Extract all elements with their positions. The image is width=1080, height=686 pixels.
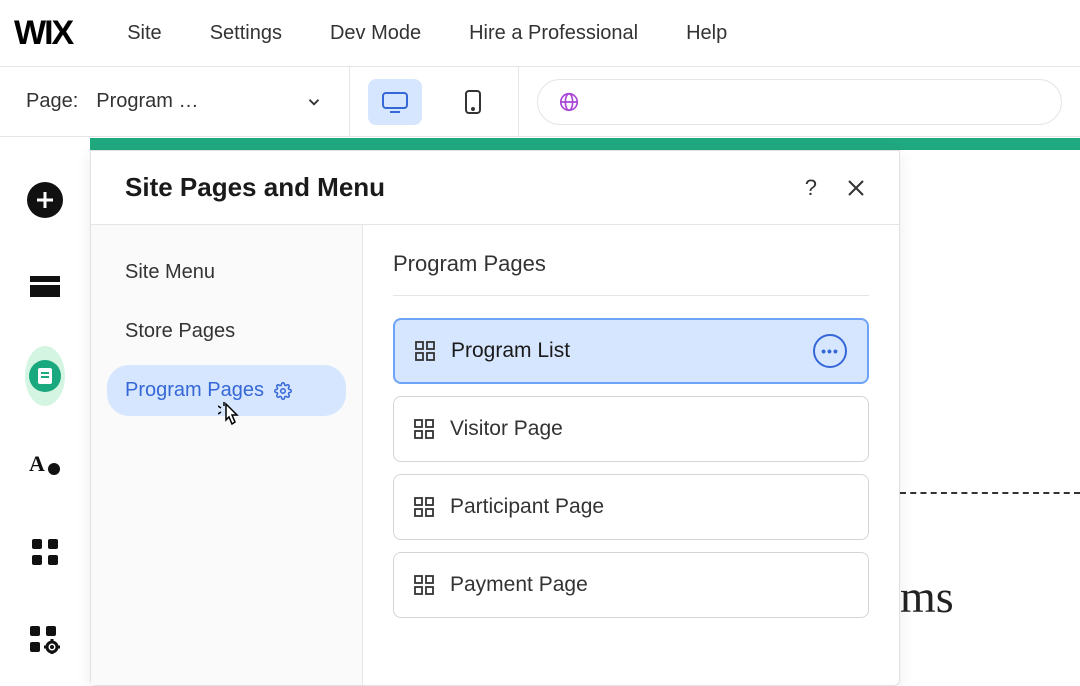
topnav-settings[interactable]: Settings <box>210 22 282 45</box>
sidebar-item-label: Site Menu <box>125 261 215 284</box>
page-row-payment-page[interactable]: Payment Page <box>393 552 869 618</box>
panel-sidebar: Site Menu Store Pages Program Pages <box>91 225 363 685</box>
layout-icon <box>414 575 434 595</box>
more-options-button[interactable]: ••• <box>813 334 847 368</box>
canvas-background-text: ms <box>900 570 954 623</box>
page-row-program-list[interactable]: Program List ••• <box>393 318 869 384</box>
layout-icon <box>415 341 435 361</box>
desktop-icon <box>381 90 409 114</box>
topnav-menu: Site Settings Dev Mode Hire a Profession… <box>127 22 727 45</box>
sidebar-item-label: Store Pages <box>125 320 235 343</box>
sidebar-item-store-pages[interactable]: Store Pages <box>107 306 346 357</box>
page-selector[interactable]: Page: Program … <box>0 67 350 136</box>
sidebar-item-label: Program Pages <box>125 379 264 402</box>
page-row-participant-page[interactable]: Participant Page <box>393 474 869 540</box>
topnav-devmode[interactable]: Dev Mode <box>330 22 421 45</box>
apps-button[interactable] <box>25 532 65 572</box>
sections-button[interactable] <box>25 268 65 308</box>
canvas-guideline <box>900 492 1080 494</box>
page-row-label: Participant Page <box>450 495 848 519</box>
device-toggle <box>350 67 519 136</box>
sections-icon <box>30 276 60 300</box>
left-toolbar: A <box>0 152 90 660</box>
url-bar[interactable] <box>537 79 1062 125</box>
wix-logo[interactable]: WIX <box>14 14 72 53</box>
page-icon <box>28 359 62 393</box>
plus-circle-icon <box>26 181 64 219</box>
url-bar-container <box>519 79 1080 125</box>
add-element-button[interactable] <box>25 180 65 220</box>
app-settings-button[interactable] <box>25 620 65 660</box>
desktop-view-button[interactable] <box>368 79 422 125</box>
apps-icon <box>32 539 58 565</box>
globe-icon <box>558 91 580 113</box>
close-icon[interactable] <box>847 179 865 197</box>
layout-icon <box>414 497 434 517</box>
panel-content: Program Pages Program List ••• Visitor P… <box>363 225 899 685</box>
pages-button[interactable] <box>25 356 65 396</box>
layout-icon <box>414 419 434 439</box>
topnav-hire[interactable]: Hire a Professional <box>469 22 638 45</box>
svg-text:A: A <box>29 451 45 476</box>
top-navigation: WIX Site Settings Dev Mode Hire a Profes… <box>0 0 1080 67</box>
panel-body: Site Menu Store Pages Program Pages Prog… <box>91 225 899 685</box>
more-dots-icon: ••• <box>821 344 839 358</box>
page-row-label: Visitor Page <box>450 417 848 441</box>
cursor-pointer-icon <box>218 402 242 430</box>
design-icon: A <box>29 449 61 479</box>
page-row-label: Program List <box>451 339 797 363</box>
gear-icon[interactable] <box>274 382 292 400</box>
help-icon[interactable]: ? <box>805 175 817 201</box>
mobile-icon <box>464 89 482 115</box>
apps-gear-icon <box>30 626 60 654</box>
second-bar: Page: Program … <box>0 67 1080 137</box>
design-button[interactable]: A <box>25 444 65 484</box>
panel-header: Site Pages and Menu ? <box>91 151 899 225</box>
pages-button-highlight <box>25 346 65 406</box>
topnav-site[interactable]: Site <box>127 22 161 45</box>
panel-title: Site Pages and Menu <box>125 172 805 203</box>
chevron-down-icon <box>305 93 323 111</box>
page-row-label: Payment Page <box>450 573 848 597</box>
page-row-visitor-page[interactable]: Visitor Page <box>393 396 869 462</box>
page-label: Page: <box>26 90 78 113</box>
content-heading: Program Pages <box>393 251 869 296</box>
sidebar-item-site-menu[interactable]: Site Menu <box>107 247 346 298</box>
site-pages-panel: Site Pages and Menu ? Site Menu Store Pa… <box>90 150 900 686</box>
topnav-help[interactable]: Help <box>686 22 727 45</box>
page-value: Program … <box>96 90 305 113</box>
panel-header-actions: ? <box>805 175 865 201</box>
canvas-green-strip <box>90 138 1080 150</box>
mobile-view-button[interactable] <box>446 79 500 125</box>
